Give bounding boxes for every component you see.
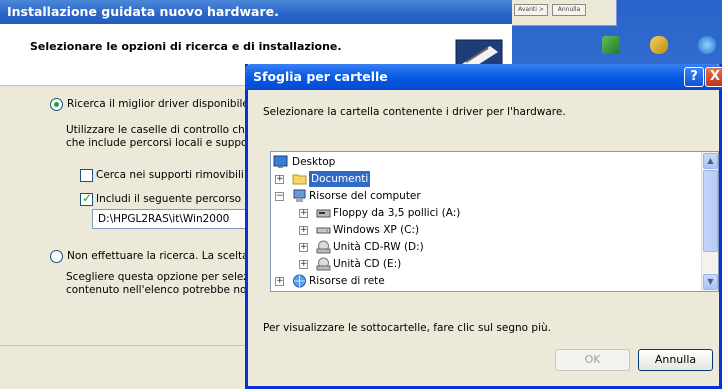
background-wizard-buttons: Avanti > Annulla: [509, 0, 617, 26]
include-path-label: Includi il seguente percorso nel: [96, 193, 261, 205]
wizard-header-title: Selezionare le opzioni di ricerca e di i…: [30, 40, 342, 53]
tree-label: Unità CD-RW (D:): [333, 241, 424, 253]
dialog-hint: Per visualizzare le sottocartelle, fare …: [263, 322, 551, 334]
no-search-radio[interactable]: [50, 250, 63, 263]
search-option-label: Ricerca il miglior driver disponibile in…: [67, 98, 272, 110]
browse-folder-dialog: Sfoglia per cartelle ? X Selezionare la …: [245, 64, 722, 389]
removable-media-label: Cerca nei supporti rimovibili (uni: [96, 169, 268, 181]
wizard-title-bar[interactable]: Installazione guidata nuovo hardware.: [0, 0, 512, 24]
tree-label: Desktop: [292, 156, 336, 168]
tree-label: Windows XP (C:): [333, 224, 420, 236]
tree-label: Unità CD (E:): [333, 258, 402, 270]
expand-toggle[interactable]: +: [275, 175, 284, 184]
expand-toggle[interactable]: +: [275, 277, 284, 286]
expand-toggle[interactable]: +: [299, 226, 308, 235]
scroll-up-button[interactable]: ▲: [703, 153, 718, 169]
computer-icon: [293, 189, 306, 202]
folder-icon: [292, 174, 307, 185]
network-icon: [293, 274, 306, 288]
folder-tree[interactable]: Desktop + Documenti − Risorse del comput…: [270, 151, 719, 292]
no-search-option-desc-2: contenuto nell'elenco potrebbe non es: [66, 284, 269, 296]
collapse-toggle[interactable]: −: [275, 192, 284, 201]
dialog-description: Selezionare la cartella contenente i dri…: [263, 106, 566, 118]
no-search-option-label: Non effettuare la ricerca. La scelta de: [67, 250, 266, 262]
cancel-button[interactable]: Annulla: [638, 349, 713, 371]
tree-label: Floppy da 3,5 pollici (A:): [333, 207, 461, 219]
folder-icon: [292, 290, 307, 292]
cancel-button[interactable]: Annulla: [552, 4, 586, 16]
lock-icon[interactable]: [650, 36, 668, 54]
no-search-option-desc-1: Scegliere questa opzione per selezion: [66, 271, 265, 283]
dialog-title-bar[interactable]: Sfoglia per cartelle ? X: [245, 64, 722, 90]
tree-scrollbar[interactable]: ▲ ▼: [701, 152, 718, 291]
expand-toggle[interactable]: +: [299, 243, 308, 252]
ok-button[interactable]: OK: [555, 349, 630, 371]
next-button[interactable]: Avanti >: [514, 4, 548, 16]
removable-media-checkbox[interactable]: [80, 169, 93, 182]
dialog-title: Sfoglia per cartelle: [253, 69, 388, 84]
hard-drive-icon: [316, 227, 331, 234]
desktop-icon: [273, 155, 288, 168]
expand-toggle[interactable]: +: [299, 260, 308, 269]
search-option-desc-2: che include percorsi locali e supporti r: [66, 137, 267, 149]
scroll-down-button[interactable]: ▼: [703, 274, 718, 290]
close-button[interactable]: X: [705, 67, 722, 87]
tree-label: Risorse di rete: [309, 275, 385, 287]
globe-icon[interactable]: [698, 36, 716, 54]
search-radio[interactable]: [50, 98, 63, 111]
cd-drive-icon: [316, 240, 331, 254]
floppy-drive-icon: [316, 209, 331, 218]
search-path-input[interactable]: D:\HPGL2RAS\it\Win2000: [92, 209, 252, 229]
help-button[interactable]: ?: [684, 67, 704, 87]
tree-label: Documenti: [309, 171, 371, 187]
scroll-thumb[interactable]: [703, 170, 718, 252]
cd-drive-icon: [316, 257, 331, 271]
search-option-desc-1: Utilizzare le caselle di controllo che s…: [66, 124, 267, 136]
expand-toggle[interactable]: +: [299, 209, 308, 218]
spreadsheet-icon[interactable]: [602, 36, 620, 54]
include-path-checkbox[interactable]: [80, 191, 93, 206]
tree-label: Risorse del computer: [309, 190, 421, 202]
